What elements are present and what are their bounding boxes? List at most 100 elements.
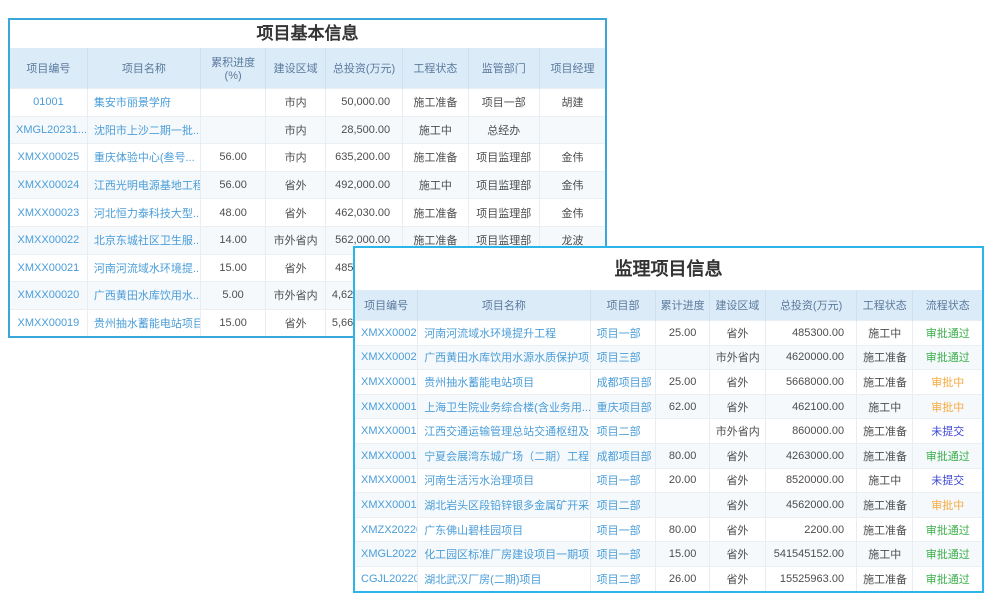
project-dept-link[interactable]: 项目三部	[590, 345, 656, 370]
project-name-link[interactable]: 广东佛山碧桂园项目	[418, 517, 590, 542]
project-id-link[interactable]: XMXX00020	[10, 282, 87, 310]
project-name-link[interactable]: 江西交通运输管理总站交通枢纽及...	[418, 419, 590, 444]
project-name-link[interactable]: 河南河流域水环境提升工程	[418, 321, 590, 346]
project-id-link[interactable]: XMXX00024	[10, 171, 87, 199]
region-cell: 省外	[266, 171, 326, 199]
project-name-link[interactable]: 集安市丽景学府	[87, 89, 200, 117]
progress-cell: 80.00	[656, 443, 709, 468]
table-row: XMXX00023河北恒力泰科技大型...48.00省外462,030.00施工…	[10, 199, 605, 227]
project-id-link[interactable]: XMXX00017	[355, 419, 418, 444]
table-row: XMXX00018上海卫生院业务综合楼(含业务用...重庆项目部62.00省外4…	[355, 394, 982, 419]
project-id-link[interactable]: 01001	[10, 89, 87, 117]
project-name-link[interactable]: 贵州抽水蓄能电站项目	[418, 370, 590, 395]
flow-status-badge: 审批中	[913, 394, 982, 419]
flow-status-badge: 未提交	[913, 468, 982, 493]
project-id-link[interactable]: XMXX00018	[355, 394, 418, 419]
column-header: 项目名称	[418, 290, 590, 321]
progress-cell: 62.00	[656, 394, 709, 419]
region-cell: 省外	[709, 493, 765, 518]
project-dept-link[interactable]: 成都项目部	[590, 443, 656, 468]
project-name-link[interactable]: 贵州抽水蓄能电站项目	[87, 309, 200, 336]
column-header: 项目部	[590, 290, 656, 321]
flow-status-badge: 审批通过	[913, 566, 982, 590]
project-name-link[interactable]: 湖北武汉厂房(二期)项目	[418, 566, 590, 590]
project-dept-link[interactable]: 项目二部	[590, 493, 656, 518]
project-name-link[interactable]: 重庆体验中心(叁号...	[87, 144, 200, 172]
table-row: 01001集安市丽景学府市内50,000.00施工准备项目一部胡建	[10, 89, 605, 117]
project-name-link[interactable]: 化工园区标准厂房建设项目一期项目	[418, 542, 590, 567]
project-name-link[interactable]: 沈阳市上沙二期一批...	[87, 116, 200, 144]
column-header: 工程状态	[403, 48, 468, 89]
supervision-table-body: XMXX00021河南河流域水环境提升工程项目一部25.00省外485300.0…	[355, 321, 982, 591]
region-cell: 省外	[266, 254, 326, 282]
project-dept-link[interactable]: 项目二部	[590, 566, 656, 590]
project-id-link[interactable]: XMXX00019	[10, 309, 87, 336]
progress-cell: 80.00	[656, 517, 709, 542]
investment-cell: 2200.00	[766, 517, 857, 542]
flow-status-badge: 审批通过	[913, 517, 982, 542]
region-cell: 市外省内	[266, 226, 326, 254]
project-dept-link[interactable]: 项目一部	[590, 468, 656, 493]
project-id-link[interactable]: XMXX00020	[355, 345, 418, 370]
project-name-link[interactable]: 江西光明电源基地工程	[87, 171, 200, 199]
project-dept-link[interactable]: 项目一部	[590, 517, 656, 542]
table-row: CGJL202205...湖北武汉厂房(二期)项目项目二部26.00省外1552…	[355, 566, 982, 590]
region-cell: 省外	[709, 566, 765, 590]
column-header: 工程状态	[857, 290, 913, 321]
region-cell: 市内	[266, 89, 326, 117]
work-status-cell: 施工准备	[857, 443, 913, 468]
project-id-link[interactable]: XMXX00021	[355, 321, 418, 346]
project-dept-link[interactable]: 成都项目部	[590, 370, 656, 395]
project-id-link[interactable]: XMXX00023	[10, 199, 87, 227]
project-name-link[interactable]: 河南河流域水环境提...	[87, 254, 200, 282]
project-name-link[interactable]: 广西黄田水库饮用水...	[87, 282, 200, 310]
project-id-link[interactable]: XMGL20220...	[355, 542, 418, 567]
investment-cell: 4562000.00	[766, 493, 857, 518]
progress-cell: 25.00	[656, 370, 709, 395]
project-id-link[interactable]: XMGL20231...	[10, 116, 87, 144]
investment-cell: 50,000.00	[325, 89, 402, 117]
project-id-link[interactable]: XMZX20220...	[355, 517, 418, 542]
project-id-link[interactable]: XMXX00021	[10, 254, 87, 282]
project-dept-link[interactable]: 重庆项目部	[590, 394, 656, 419]
project-name-link[interactable]: 河南生活污水治理项目	[418, 468, 590, 493]
column-header: 项目经理	[540, 48, 606, 89]
project-id-link[interactable]: XMXX00022	[10, 226, 87, 254]
work-status-cell: 施工准备	[857, 566, 913, 590]
progress-cell	[656, 345, 709, 370]
work-status-cell: 施工准备	[857, 517, 913, 542]
table-row: XMXX00024江西光明电源基地工程56.00省外492,000.00施工中项…	[10, 171, 605, 199]
project-id-link[interactable]: XMXX00025	[10, 144, 87, 172]
project-name-link[interactable]: 宁夏会展湾东城广场（二期）工程	[418, 443, 590, 468]
column-header: 建设区域	[709, 290, 765, 321]
project-dept-link[interactable]: 项目一部	[590, 542, 656, 567]
region-cell: 省外	[266, 199, 326, 227]
project-id-link[interactable]: XMXX00014	[355, 493, 418, 518]
work-status-cell: 施工准备	[857, 419, 913, 444]
region-cell: 市外省内	[266, 282, 326, 310]
progress-cell: 15.00	[200, 254, 265, 282]
work-status-cell: 施工中	[857, 394, 913, 419]
project-dept-link[interactable]: 项目一部	[590, 321, 656, 346]
project-name-link[interactable]: 北京东城社区卫生服...	[87, 226, 200, 254]
project-dept-link[interactable]: 项目二部	[590, 419, 656, 444]
project-id-link[interactable]: CGJL202205...	[355, 566, 418, 590]
region-cell: 省外	[266, 309, 326, 336]
progress-cell	[656, 493, 709, 518]
supervision-info-panel: 监理项目信息 项目编号项目名称项目部累计进度建设区域总投资(万元)工程状态流程状…	[353, 246, 984, 593]
region-cell: 市外省内	[709, 419, 765, 444]
progress-cell	[200, 89, 265, 117]
project-name-link[interactable]: 河北恒力泰科技大型...	[87, 199, 200, 227]
project-name-link[interactable]: 上海卫生院业务综合楼(含业务用...	[418, 394, 590, 419]
project-id-link[interactable]: XMXX00019	[355, 370, 418, 395]
project-name-link[interactable]: 广西黄田水库饮用水源水质保护项目	[418, 345, 590, 370]
project-id-link[interactable]: XMXX00016	[355, 443, 418, 468]
investment-cell: 485300.00	[766, 321, 857, 346]
project-name-link[interactable]: 湖北岩头区段铅锌银多金属矿开采...	[418, 493, 590, 518]
column-header: 监管部门	[468, 48, 539, 89]
column-header: 累计进度	[656, 290, 709, 321]
region-cell: 省外	[709, 443, 765, 468]
region-cell: 市内	[266, 144, 326, 172]
project-id-link[interactable]: XMXX00015	[355, 468, 418, 493]
investment-cell: 860000.00	[766, 419, 857, 444]
